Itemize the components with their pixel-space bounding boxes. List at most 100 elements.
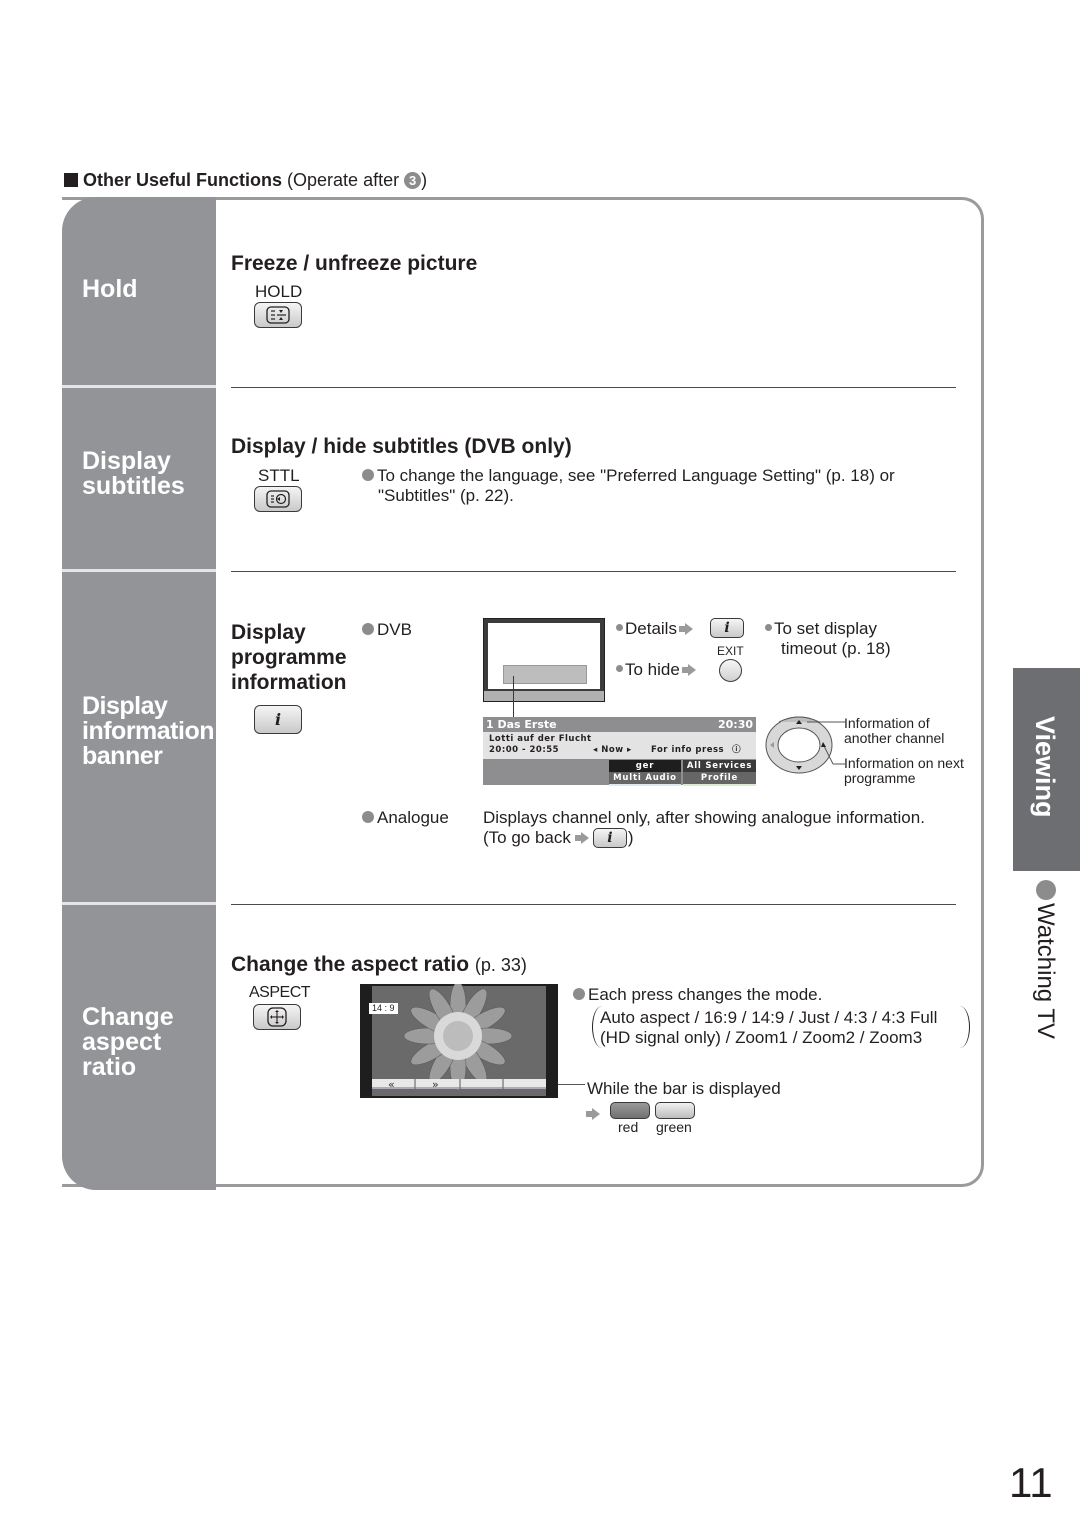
label-line: ratio [82,1053,137,1081]
sttl-button[interactable] [254,486,302,512]
row-divider [231,904,956,905]
details-info-button[interactable]: i [710,618,744,638]
label-line: Hold [82,275,138,303]
bullet-icon [362,469,374,481]
page-number: 11 [1009,1459,1053,1506]
bar-note: While the bar is displayed [587,1079,781,1098]
callout-line [558,1084,585,1085]
timeout-note: To set display timeout (p. 18) [765,619,891,659]
now-text: Now [601,745,624,755]
label-hold: Hold [62,277,216,302]
note-line: To change the language, see "Preferred L… [377,466,895,485]
category-tab: Viewing [1013,668,1080,871]
info-press-text: For info press [651,745,725,755]
subtitles-heading: Display / hide subtitles (DVB only) [231,435,572,458]
banner-cell-services: All Services [683,760,756,772]
hold-icon [266,306,290,324]
hold-button-label: HOLD [255,282,303,301]
color-strip [609,784,681,786]
green-label: green [656,1119,692,1135]
category-label: Viewing [1030,716,1060,818]
label-line: information [82,717,215,745]
color-strip [683,784,756,786]
programme-title: Lotti auf der Flucht [489,734,592,744]
aspect-icon [267,1007,287,1027]
hide-row: To hide [616,660,699,680]
sttl-button-label: STTL [258,466,300,485]
info-button[interactable]: i [254,705,302,734]
tv-info-bar [503,665,587,684]
hold-button[interactable] [254,302,302,328]
note-text: (To go back [483,828,571,847]
green-button[interactable] [655,1102,695,1119]
banner-channel: 1 Das Erste [486,718,557,731]
callout-line: programme [844,770,916,786]
heading-line: information [231,671,347,694]
tv-illustration [483,618,605,702]
programme-info-heading: Display programme information [231,620,347,695]
modes-line: (HD signal only) / Zoom1 / Zoom2 / Zoom3 [600,1028,923,1047]
note-line: timeout (p. 18) [781,639,891,658]
info-icon: i [274,710,282,729]
aspect-button[interactable] [253,1004,301,1030]
svg-text:«: « [388,1078,395,1091]
heading-line: Display [231,621,306,644]
each-press-note: Each press changes the mode. [573,985,822,1005]
dvb-label: DVB [362,620,412,640]
details-text: Details [625,619,677,638]
red-label: red [618,1119,639,1135]
note-text: ) [627,828,634,847]
label-line: aspect [82,1028,162,1056]
label-line: Change [82,1003,174,1031]
bullet-icon [616,665,623,672]
modes-list: Auto aspect / 16:9 / 14:9 / Just / 4:3 /… [600,1008,937,1048]
info-icon: i [724,620,730,636]
label-line: subtitles [82,472,185,500]
analogue-label: Analogue [362,808,449,828]
divider [62,902,216,905]
red-button[interactable] [610,1102,650,1119]
modes-line: Auto aspect / 16:9 / 14:9 / Just / 4:3 /… [600,1008,938,1027]
bullet-icon [362,811,374,823]
hide-text: To hide [625,660,680,679]
aspect-badge: 14 : 9 [369,1003,398,1014]
function-label-column: Hold Display subtitles Display informati… [62,197,216,1190]
note-text: Each press changes the mode. [588,985,823,1004]
callout-line: another channel [844,730,945,746]
arrow-icon [681,664,696,676]
analogue-note: Displays channel only, after showing ana… [483,808,925,848]
svg-text:»: » [432,1078,439,1091]
bullet-icon [573,988,585,1000]
section-note-prefix: (Operate after [287,170,405,190]
callout-next-programme: Information on next programme [844,756,964,786]
back-info-button[interactable]: i [592,828,627,848]
banner-options: ger All Services Multi Audio Profile [483,759,756,786]
exit-label: EXIT [717,644,744,658]
callout-another-channel: Information of another channel [844,716,944,746]
step-number-badge: 3 [404,172,422,189]
label-display-subtitles: Display subtitles [62,449,216,499]
flower-image: « » [372,981,546,1096]
banner-cell-audio: Multi Audio [609,772,681,784]
square-bullet-icon [64,173,78,187]
now-selector: ◂ Now ▸ [593,745,632,755]
label-display-information-banner: Display information banner [62,694,216,769]
heading-line: programme [231,646,347,669]
callout-line: Information on next [844,755,964,771]
arrow-icon [586,1108,600,1120]
section-header: Other Useful Functions (Operate after 3) [64,170,427,191]
arrow-icon [574,832,589,844]
row-divider [231,571,956,572]
aspect-heading: Change the aspect ratio (p. 33) [231,953,527,977]
bullet-icon [362,623,374,635]
divider [62,385,216,388]
banner-programme: Lotti auf der Flucht 20:00 - 20:55 ◂ Now… [483,732,756,759]
aspect-page-ref: (p. 33) [474,955,527,975]
hold-heading: Freeze / unfreeze picture [231,252,478,275]
topic-bullet-icon [1036,880,1056,900]
info-icon: ⓘ [732,745,742,755]
topic-label: Watching TV [1032,903,1059,1040]
aspect-screen-illustration: « » 14 : 9 [360,981,558,1098]
bullet-icon [616,624,623,631]
exit-button[interactable] [719,659,742,682]
